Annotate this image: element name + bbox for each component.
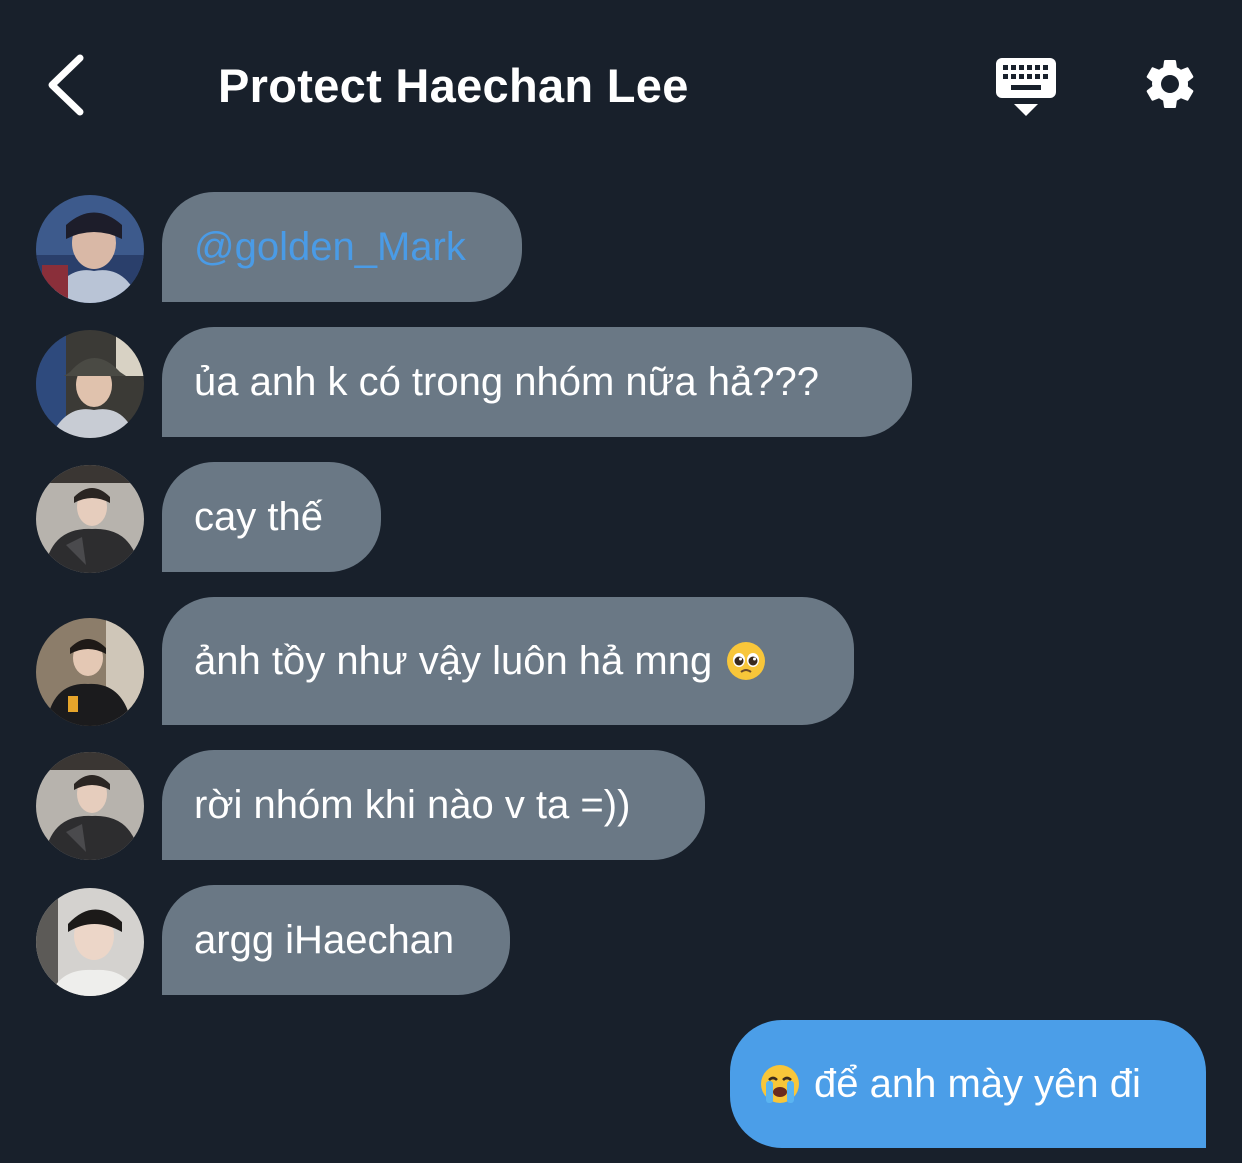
avatar[interactable] [36,330,144,438]
avatar[interactable] [36,752,144,860]
avatar-photo [36,618,144,726]
mention-link[interactable]: @golden_Mark [194,227,466,267]
pleading-face-emoji [727,642,766,680]
chat-header: Protect Haechan Lee [0,0,1242,170]
gear-icon [1146,59,1194,108]
avatar-photo [36,752,144,860]
avatar[interactable] [36,465,144,573]
outgoing-message-text: để anh mày yên đi [814,1061,1141,1106]
avatar[interactable] [36,618,144,726]
message-text: argg iHaechan [194,918,455,962]
message-text: cay thế [194,495,323,539]
message-text: ủa anh k có trong nhóm nữa hả??? [194,360,819,404]
keyboard-hide-icon [996,58,1056,116]
chat-title: Protect Haechan Lee [218,59,689,112]
back-button[interactable] [40,50,100,120]
message-bubble[interactable]: argg iHaechan [162,885,510,995]
avatar-photo [36,888,144,996]
avatar[interactable] [36,195,144,303]
avatar-photo [36,330,144,438]
message-text: rời nhóm khi nào v ta =)) [194,783,631,827]
avatar-photo [36,195,144,303]
settings-button[interactable] [1140,54,1200,114]
message-bubble[interactable]: @golden_Mark [162,192,522,302]
avatar-photo [36,465,144,573]
message-bubble[interactable]: ủa anh k có trong nhóm nữa hả??? [162,327,912,437]
message-text: ảnh tồy như vậy luôn hả mng [194,639,713,683]
avatar[interactable] [36,888,144,996]
loudly-crying-face-emoji [761,1065,799,1103]
message-bubble[interactable]: rời nhóm khi nào v ta =)) [162,750,705,860]
chevron-left-icon [48,54,84,116]
message-bubble[interactable]: cay thế [162,462,381,572]
message-bubble[interactable]: ảnh tồy như vậy luôn hả mng [162,597,854,725]
keyboard-button[interactable] [994,56,1058,118]
outgoing-message-bubble[interactable]: để anh mày yên đi [730,1020,1206,1148]
